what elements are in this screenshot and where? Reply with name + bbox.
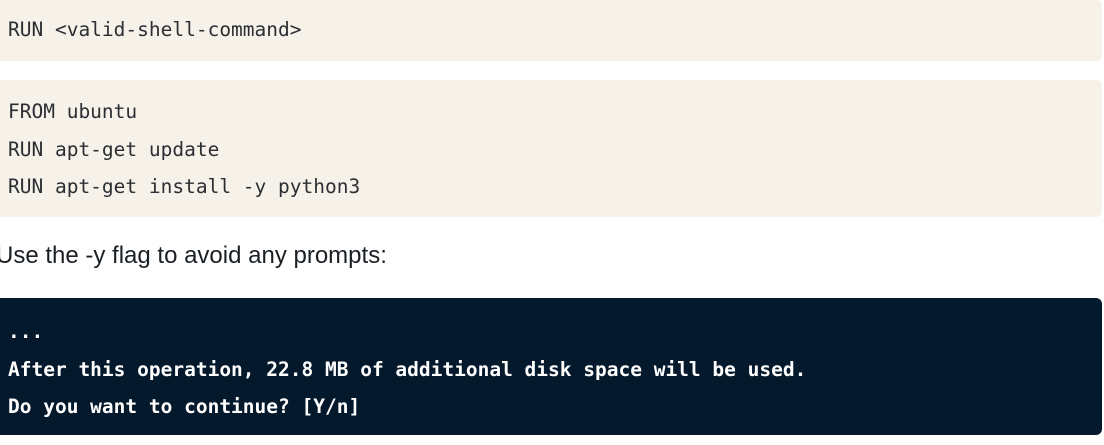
terminal-line: After this operation, 22.8 MB of additio…: [8, 357, 807, 381]
code-line: RUN apt-get install -y python3: [8, 175, 361, 198]
syntax-code-block: RUN <valid-shell-command>: [0, 0, 1102, 61]
terminal-line: ...: [8, 320, 44, 343]
terminal-output-block: ... After this operation, 22.8 MB of add…: [0, 298, 1102, 435]
explanation-paragraph: Use the -y flag to avoid any prompts:: [0, 242, 387, 269]
code-line: RUN apt-get update: [8, 137, 220, 161]
code-line: RUN <valid-shell-command>: [8, 18, 302, 41]
terminal-line: Do you want to continue? [Y/n]: [8, 395, 361, 418]
code-line: FROM ubuntu: [8, 100, 138, 123]
dockerfile-code-block: FROM ubuntu RUN apt-get update RUN apt-g…: [0, 80, 1102, 217]
